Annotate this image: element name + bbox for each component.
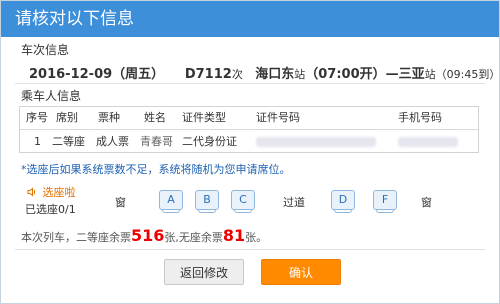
seat-c[interactable]: C — [231, 190, 255, 213]
table-row: 1 二等座 成人票 青春哥 二代身份证 — [20, 130, 478, 154]
arrive-time: （09:45到） — [435, 68, 500, 81]
section-divider — [15, 83, 485, 84]
row-seat-class: 二等座 — [52, 135, 85, 148]
to-station: 三亚 — [398, 67, 425, 82]
header-ticket-type: 票种 — [98, 111, 120, 124]
seat-f[interactable]: F — [373, 190, 397, 213]
header-name: 姓名 — [144, 111, 166, 124]
train-info-line: 2016-12-09（周五） D7112次 海口东站（07:00开）—三亚站（0… — [29, 63, 500, 82]
route-separator: — — [385, 67, 399, 82]
depart-time: （07:00开） — [305, 67, 386, 82]
header-seat-class: 席别 — [56, 111, 78, 124]
seat-notice: *选座后如果系统票数不足，系统将随机为您申请席位。 — [21, 163, 291, 176]
train-number: D7112 — [184, 67, 232, 82]
second-class-count: 516 — [131, 226, 165, 245]
travel-date: 2016-12-09（周五） — [29, 67, 165, 82]
aisle-label: 过道 — [283, 196, 305, 209]
seat-a[interactable]: A — [159, 190, 183, 213]
header-index: 序号 — [26, 111, 48, 124]
seat-selected-count: 已选座0/1 — [25, 203, 76, 216]
row-index: 1 — [34, 135, 41, 148]
remaining-suffix: 张。 — [245, 231, 268, 244]
dialog-title: 请核对以下信息 — [1, 1, 499, 37]
row-id-number-redacted — [256, 130, 376, 154]
row-ticket-type: 成人票 — [96, 135, 129, 148]
table-header: 序号 席别 票种 姓名 证件类型 证件号码 手机号码 — [20, 107, 478, 130]
remaining-prefix: 本次列车，二等座余票 — [21, 231, 131, 244]
from-suffix: 站 — [294, 68, 306, 81]
confirm-dialog: 请核对以下信息 车次信息 2016-12-09（周五） D7112次 海口东站（… — [0, 0, 500, 304]
footer-divider — [15, 249, 485, 250]
passenger-table: 序号 席别 票种 姓名 证件类型 证件号码 手机号码 1 二等座 成人票 青春哥… — [19, 106, 479, 153]
train-suffix: 次 — [231, 68, 243, 81]
window-right-label: 窗 — [421, 196, 432, 209]
seat-d[interactable]: D — [331, 190, 355, 213]
header-id-number: 证件号码 — [256, 111, 300, 124]
header-id-type: 证件类型 — [182, 111, 226, 124]
window-left-label: 窗 — [115, 196, 126, 209]
row-id-type: 二代身份证 — [182, 135, 237, 148]
seat-b[interactable]: B — [195, 190, 219, 213]
remaining-tickets: 本次列车，二等座余票516张,无座余票81张。 — [21, 226, 267, 245]
back-edit-button[interactable]: 返回修改 — [164, 259, 244, 285]
to-suffix: 站 — [424, 68, 436, 81]
header-phone: 手机号码 — [398, 111, 442, 124]
speaker-icon — [27, 187, 37, 197]
remaining-mid: 张,无座余票 — [164, 231, 223, 244]
no-seat-count: 81 — [222, 226, 246, 245]
row-name: 青春哥 — [140, 135, 173, 148]
row-phone-redacted — [398, 130, 458, 154]
confirm-button[interactable]: 确认 — [261, 259, 341, 285]
train-info-title: 车次信息 — [21, 43, 70, 57]
seat-select-title: 选座啦 — [27, 184, 76, 200]
seat-select-label: 选座啦 — [42, 186, 76, 199]
from-station: 海口东 — [255, 67, 295, 82]
passenger-info-title: 乘车人信息 — [21, 89, 82, 103]
